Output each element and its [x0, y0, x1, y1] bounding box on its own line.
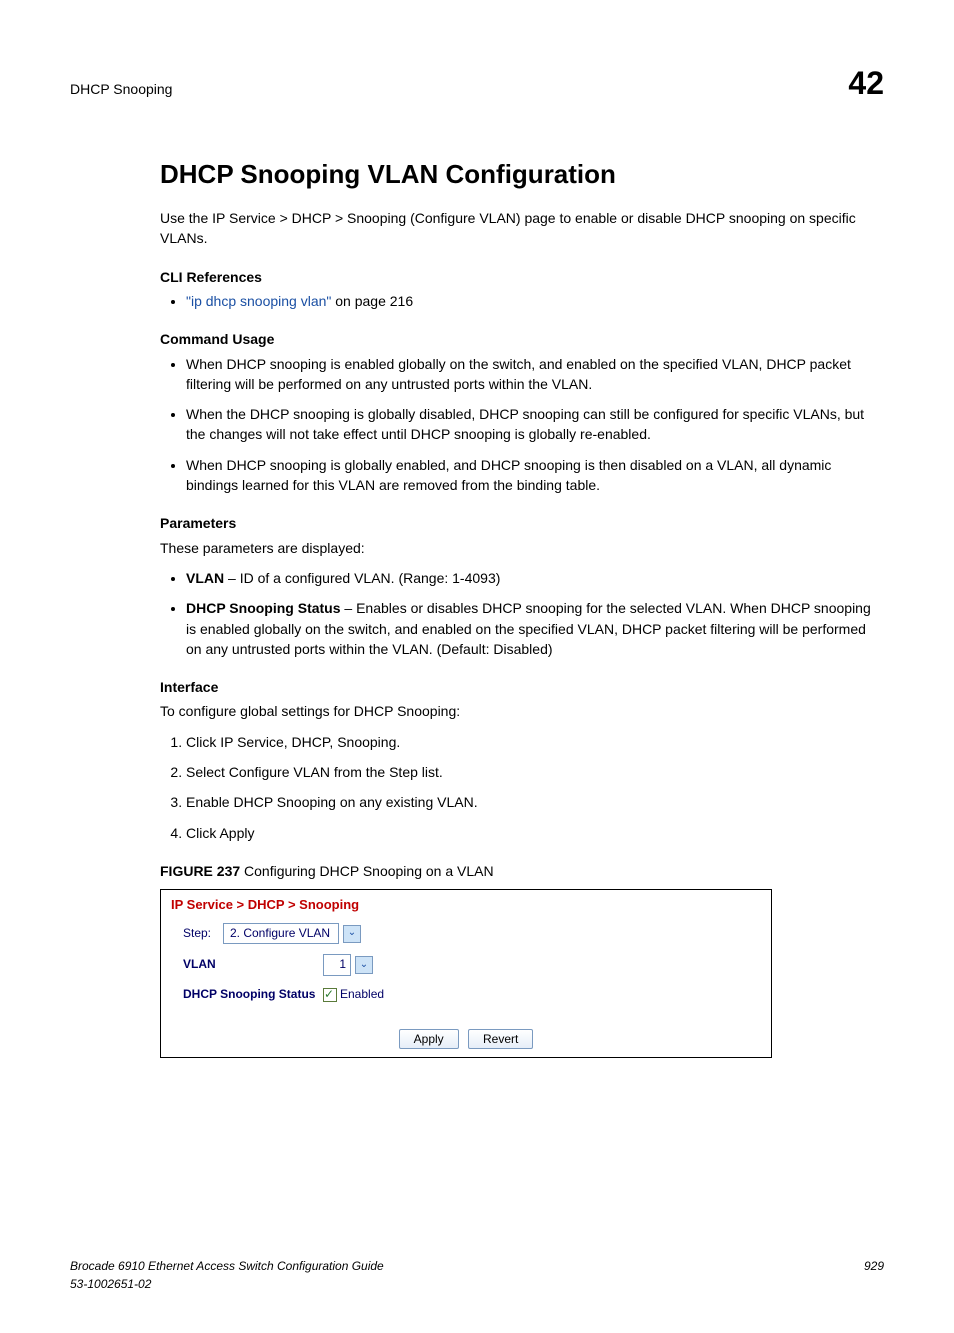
enabled-text: Enabled [340, 986, 384, 1003]
step-select[interactable]: 2. Configure VLAN [223, 923, 339, 944]
command-usage-item: When DHCP snooping is enabled globally o… [186, 354, 884, 395]
step-item: Click Apply [186, 823, 884, 843]
step-item: Select Configure VLAN from the Step list… [186, 762, 884, 782]
command-usage-item: When the DHCP snooping is globally disab… [186, 404, 884, 445]
figure-number: FIGURE 237 [160, 863, 240, 879]
vlan-label: VLAN [183, 956, 323, 973]
vlan-select[interactable]: 1 [323, 954, 351, 975]
figure-caption: FIGURE 237 Configuring DHCP Snooping on … [160, 861, 884, 881]
revert-button[interactable]: Revert [468, 1029, 533, 1049]
chapter-number: 42 [848, 60, 884, 106]
parameter-name: DHCP Snooping Status [186, 600, 341, 616]
parameter-item: VLAN – ID of a configured VLAN. (Range: … [186, 568, 884, 588]
page-footer: Brocade 6910 Ethernet Access Switch Conf… [70, 1258, 884, 1293]
cli-reference-link[interactable]: "ip dhcp snooping vlan" [186, 293, 331, 309]
chevron-down-icon[interactable]: ⌄ [343, 925, 361, 943]
command-usage-item: When DHCP snooping is globally enabled, … [186, 455, 884, 496]
figure-screenshot: IP Service > DHCP > Snooping Step: 2. Co… [160, 889, 772, 1058]
cli-reference-suffix: on page 216 [331, 293, 413, 309]
cli-references-heading: CLI References [160, 267, 884, 287]
command-usage-heading: Command Usage [160, 329, 884, 349]
interface-intro: To configure global settings for DHCP Sn… [160, 701, 884, 721]
snooping-status-label: DHCP Snooping Status [183, 986, 323, 1003]
section-title: DHCP Snooping VLAN Configuration [160, 156, 884, 194]
footer-doc-title: Brocade 6910 Ethernet Access Switch Conf… [70, 1258, 384, 1275]
step-item: Enable DHCP Snooping on any existing VLA… [186, 792, 884, 812]
parameters-intro: These parameters are displayed: [160, 538, 884, 558]
main-content: DHCP Snooping VLAN Configuration Use the… [160, 156, 884, 1058]
figure-title: Configuring DHCP Snooping on a VLAN [240, 863, 493, 879]
cli-reference-item: "ip dhcp snooping vlan" on page 216 [186, 291, 884, 311]
step-label: Step: [183, 925, 223, 942]
enabled-checkbox[interactable] [323, 988, 337, 1002]
figure-breadcrumb: IP Service > DHCP > Snooping [161, 890, 771, 923]
parameter-desc: – ID of a configured VLAN. (Range: 1-409… [224, 570, 500, 586]
parameters-heading: Parameters [160, 513, 884, 533]
footer-page-number: 929 [864, 1258, 884, 1293]
header-section-name: DHCP Snooping [70, 79, 172, 99]
interface-heading: Interface [160, 677, 884, 697]
page-header: DHCP Snooping 42 [70, 60, 884, 106]
chevron-down-icon[interactable]: ⌄ [355, 956, 373, 974]
parameter-item: DHCP Snooping Status – Enables or disabl… [186, 598, 884, 659]
intro-paragraph: Use the IP Service > DHCP > Snooping (Co… [160, 208, 884, 249]
step-item: Click IP Service, DHCP, Snooping. [186, 732, 884, 752]
footer-doc-number: 53-1002651-02 [70, 1276, 384, 1293]
apply-button[interactable]: Apply [399, 1029, 459, 1049]
parameter-name: VLAN [186, 570, 224, 586]
